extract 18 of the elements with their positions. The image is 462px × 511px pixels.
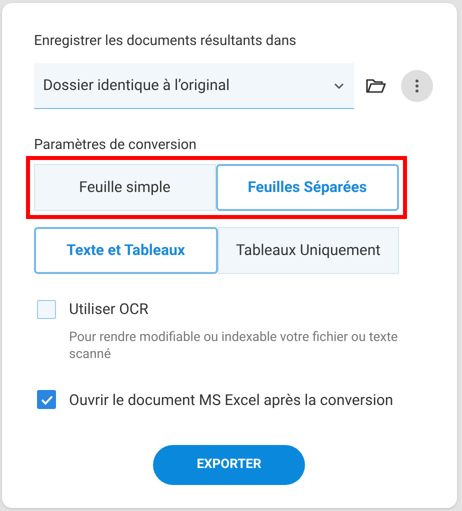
checkbox[interactable]	[37, 390, 56, 410]
checkmark-icon	[40, 394, 52, 405]
folder-icon[interactable]	[366, 78, 386, 94]
more-options-button[interactable]	[401, 70, 433, 102]
chevron-down-icon	[333, 82, 345, 90]
export-button[interactable]: EXPORTER	[153, 445, 305, 485]
segment-tab[interactable]: Tableaux Uniquement	[218, 227, 399, 274]
field-label: Enregistrer les documents résultants dans	[34, 32, 298, 51]
hint-text: Pour rendre modifiable ou indexable votre fichier ou texte scanné	[69, 328, 399, 362]
section-label: Paramètres de conversion	[34, 136, 198, 155]
checkbox-label: Utiliser OCR	[69, 299, 148, 320]
segment-tab[interactable]: Feuille simple	[34, 164, 216, 211]
segment-tab[interactable]: Feuilles Séparées	[216, 164, 399, 211]
checkbox[interactable]	[37, 300, 56, 319]
checkbox-label: Ouvrir le document MS Excel après la conversion	[69, 390, 394, 410]
segment-tab[interactable]: Texte et Tableaux	[34, 227, 218, 274]
more-vertical-icon	[415, 79, 419, 93]
folder-dropdown[interactable]: Dossier identique à l’original	[34, 63, 354, 109]
